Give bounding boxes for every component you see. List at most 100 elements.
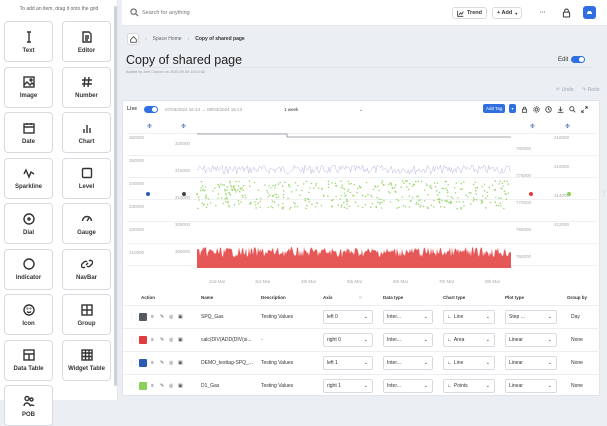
- home-button[interactable]: [127, 33, 139, 45]
- row-drag-handle[interactable]: ⋮⋮: [129, 337, 139, 343]
- redo-button[interactable]: ↷ Redo: [582, 87, 600, 93]
- widget-tile-chart[interactable]: Chart: [62, 112, 111, 153]
- axis-select[interactable]: left 0 ⌄: [323, 310, 373, 324]
- trend-plot[interactable]: ❉ ❉ ❉ ❉: [127, 119, 597, 287]
- more-button[interactable]: ···: [536, 7, 550, 19]
- clock-icon[interactable]: [544, 105, 552, 113]
- eye-icon[interactable]: ◎: [169, 383, 173, 389]
- trash-icon[interactable]: ▣: [178, 337, 183, 343]
- app-logo-button[interactable]: [583, 6, 596, 19]
- axis-select[interactable]: right 1 ⌄: [323, 379, 373, 393]
- edit-icon[interactable]: ✎: [160, 383, 164, 389]
- data-type-select[interactable]: Inter... ⌄: [383, 379, 433, 393]
- series-color-swatch[interactable]: [139, 382, 147, 390]
- series-handle-blue[interactable]: [146, 192, 150, 196]
- search-input[interactable]: [142, 7, 262, 19]
- edit-icon[interactable]: ✎: [160, 360, 164, 366]
- lock-icon[interactable]: [520, 105, 528, 113]
- row-drag-handle[interactable]: ⋮⋮: [129, 360, 139, 366]
- row-drag-handle[interactable]: ⋮⋮: [129, 383, 139, 389]
- group-by-value[interactable]: None: [571, 383, 583, 389]
- widget-tile-group[interactable]: Group: [62, 294, 111, 335]
- zoom-icon[interactable]: [568, 105, 576, 113]
- date-range[interactable]: 07/03/2024 16:13 → 08/03/2024 16:13: [165, 107, 242, 112]
- page-title[interactable]: Copy of shared page: [126, 53, 242, 67]
- chart-type-select[interactable]: ∟ Line ⌄: [443, 310, 495, 324]
- chevron-down-icon[interactable]: ⌄: [359, 107, 363, 113]
- trash-icon[interactable]: ▣: [178, 314, 183, 320]
- table-row[interactable]: ⋮⋮ ≡ ✎ ◎ ▣ DEMO_testtag-SPQ_... Testing Values…: [123, 351, 601, 373]
- group-by-value[interactable]: None: [571, 360, 583, 366]
- expand-icon[interactable]: [580, 105, 588, 113]
- series-color-swatch[interactable]: [139, 336, 147, 344]
- edit-switch[interactable]: [571, 56, 586, 63]
- widget-tile-level[interactable]: Level: [62, 157, 111, 199]
- axis-select[interactable]: left 1 ⌄: [323, 356, 373, 370]
- axis-settings-icon[interactable]: ❉: [147, 123, 152, 130]
- axis-settings-icon[interactable]: ❉: [530, 123, 535, 130]
- drag-handle-icon[interactable]: ⋮: [601, 190, 607, 197]
- add-tag-dropdown[interactable]: ▾: [509, 104, 516, 113]
- sidebar-scrollbar[interactable]: [114, 6, 117, 386]
- widget-tile-editor[interactable]: Editor: [62, 21, 111, 62]
- axis-select[interactable]: right 0 ⌄: [323, 333, 373, 347]
- trash-icon[interactable]: ▣: [178, 360, 183, 366]
- widget-tile-sparkline[interactable]: Sparkline: [4, 157, 53, 199]
- breadcrumb-parent[interactable]: Space Home: [153, 36, 182, 42]
- row-drag-handle[interactable]: ⋮⋮: [129, 314, 139, 320]
- series-handle-gray[interactable]: [182, 192, 186, 196]
- menu-icon[interactable]: ≡: [151, 314, 154, 320]
- series-color-swatch[interactable]: [139, 359, 147, 367]
- plot-type-select[interactable]: Step ... ⌄: [505, 310, 557, 324]
- edit-icon[interactable]: ✎: [160, 337, 164, 343]
- widget-tile-widget-table[interactable]: Widget Table: [62, 339, 111, 381]
- edit-icon[interactable]: ✎: [160, 314, 164, 320]
- trash-icon[interactable]: ▣: [178, 383, 183, 389]
- axis-settings-icon[interactable]: ❉: [565, 123, 570, 130]
- data-type-select[interactable]: Inter... ⌄: [383, 333, 433, 347]
- table-row[interactable]: ⋮⋮ ≡ ✎ ◎ ▣ D1_Gas Testing Values right 1 ⌄ Inter.…: [123, 374, 601, 396]
- widget-tile-gauge[interactable]: Gauge: [62, 203, 111, 244]
- widget-tile-pob[interactable]: POB: [4, 385, 53, 426]
- widget-tile-icon[interactable]: Icon: [4, 294, 53, 335]
- data-type-select[interactable]: Inter... ⌄: [383, 310, 433, 324]
- group-by-value[interactable]: Day: [571, 314, 580, 320]
- series-handle-red[interactable]: [529, 192, 533, 196]
- trend-button[interactable]: Trend: [452, 7, 487, 19]
- eye-icon[interactable]: ◎: [169, 314, 173, 320]
- add-tag-button[interactable]: Add Tag: [483, 104, 506, 113]
- chart-type-select[interactable]: ∟ Area ⌄: [443, 333, 495, 347]
- widget-tile-data-table[interactable]: Data Table: [4, 339, 53, 381]
- widget-tile-navbar[interactable]: NavBar: [62, 248, 111, 290]
- chart-type-select[interactable]: ∟ Line ⌄: [443, 356, 495, 370]
- range-select[interactable]: 1 week: [284, 107, 298, 112]
- widget-tile-dial[interactable]: Dial: [4, 203, 53, 244]
- download-icon[interactable]: [556, 105, 564, 113]
- widget-tile-date[interactable]: Date: [4, 112, 53, 153]
- series-handle-green[interactable]: [567, 192, 571, 196]
- widget-tile-indicator[interactable]: Indicator: [4, 248, 53, 290]
- eye-icon[interactable]: ◎: [169, 337, 173, 343]
- series-color-swatch[interactable]: [139, 313, 147, 321]
- lock-icon[interactable]: [562, 8, 571, 18]
- data-type-select[interactable]: Inter... ⌄: [383, 356, 433, 370]
- widget-tile-image[interactable]: Image: [4, 66, 53, 108]
- table-row[interactable]: ⋮⋮ ≡ ✎ ◎ ▣ SPQ_Gas Testing Values left 0 ⌄ Inter.…: [123, 305, 601, 327]
- live-toggle[interactable]: [144, 106, 158, 113]
- plot-type-select[interactable]: Linear ⌄: [505, 356, 557, 370]
- undo-button[interactable]: ↶ Undo: [556, 87, 574, 93]
- menu-icon[interactable]: ≡: [151, 383, 154, 389]
- group-by-value[interactable]: None: [571, 337, 583, 343]
- edit-toggle[interactable]: Edit: [558, 56, 586, 63]
- gear-icon[interactable]: [532, 105, 540, 113]
- eye-icon[interactable]: ◎: [169, 360, 173, 366]
- widget-tile-number[interactable]: Number: [62, 66, 111, 108]
- menu-icon[interactable]: ≡: [151, 360, 154, 366]
- menu-icon[interactable]: ≡: [151, 337, 154, 343]
- axis-settings-icon[interactable]: ❉: [181, 123, 186, 130]
- add-button[interactable]: + Add ▾: [492, 7, 523, 19]
- widget-tile-text[interactable]: Text: [4, 21, 53, 62]
- table-row[interactable]: ⋮⋮ ≡ ✎ ◎ ▣ calc(DIV(ADD(DIV(si... - right 0 ⌄ Int…: [123, 328, 601, 350]
- chart-type-select[interactable]: ∟ Points ⌄: [443, 379, 495, 393]
- plot-type-select[interactable]: Linear ⌄: [505, 379, 557, 393]
